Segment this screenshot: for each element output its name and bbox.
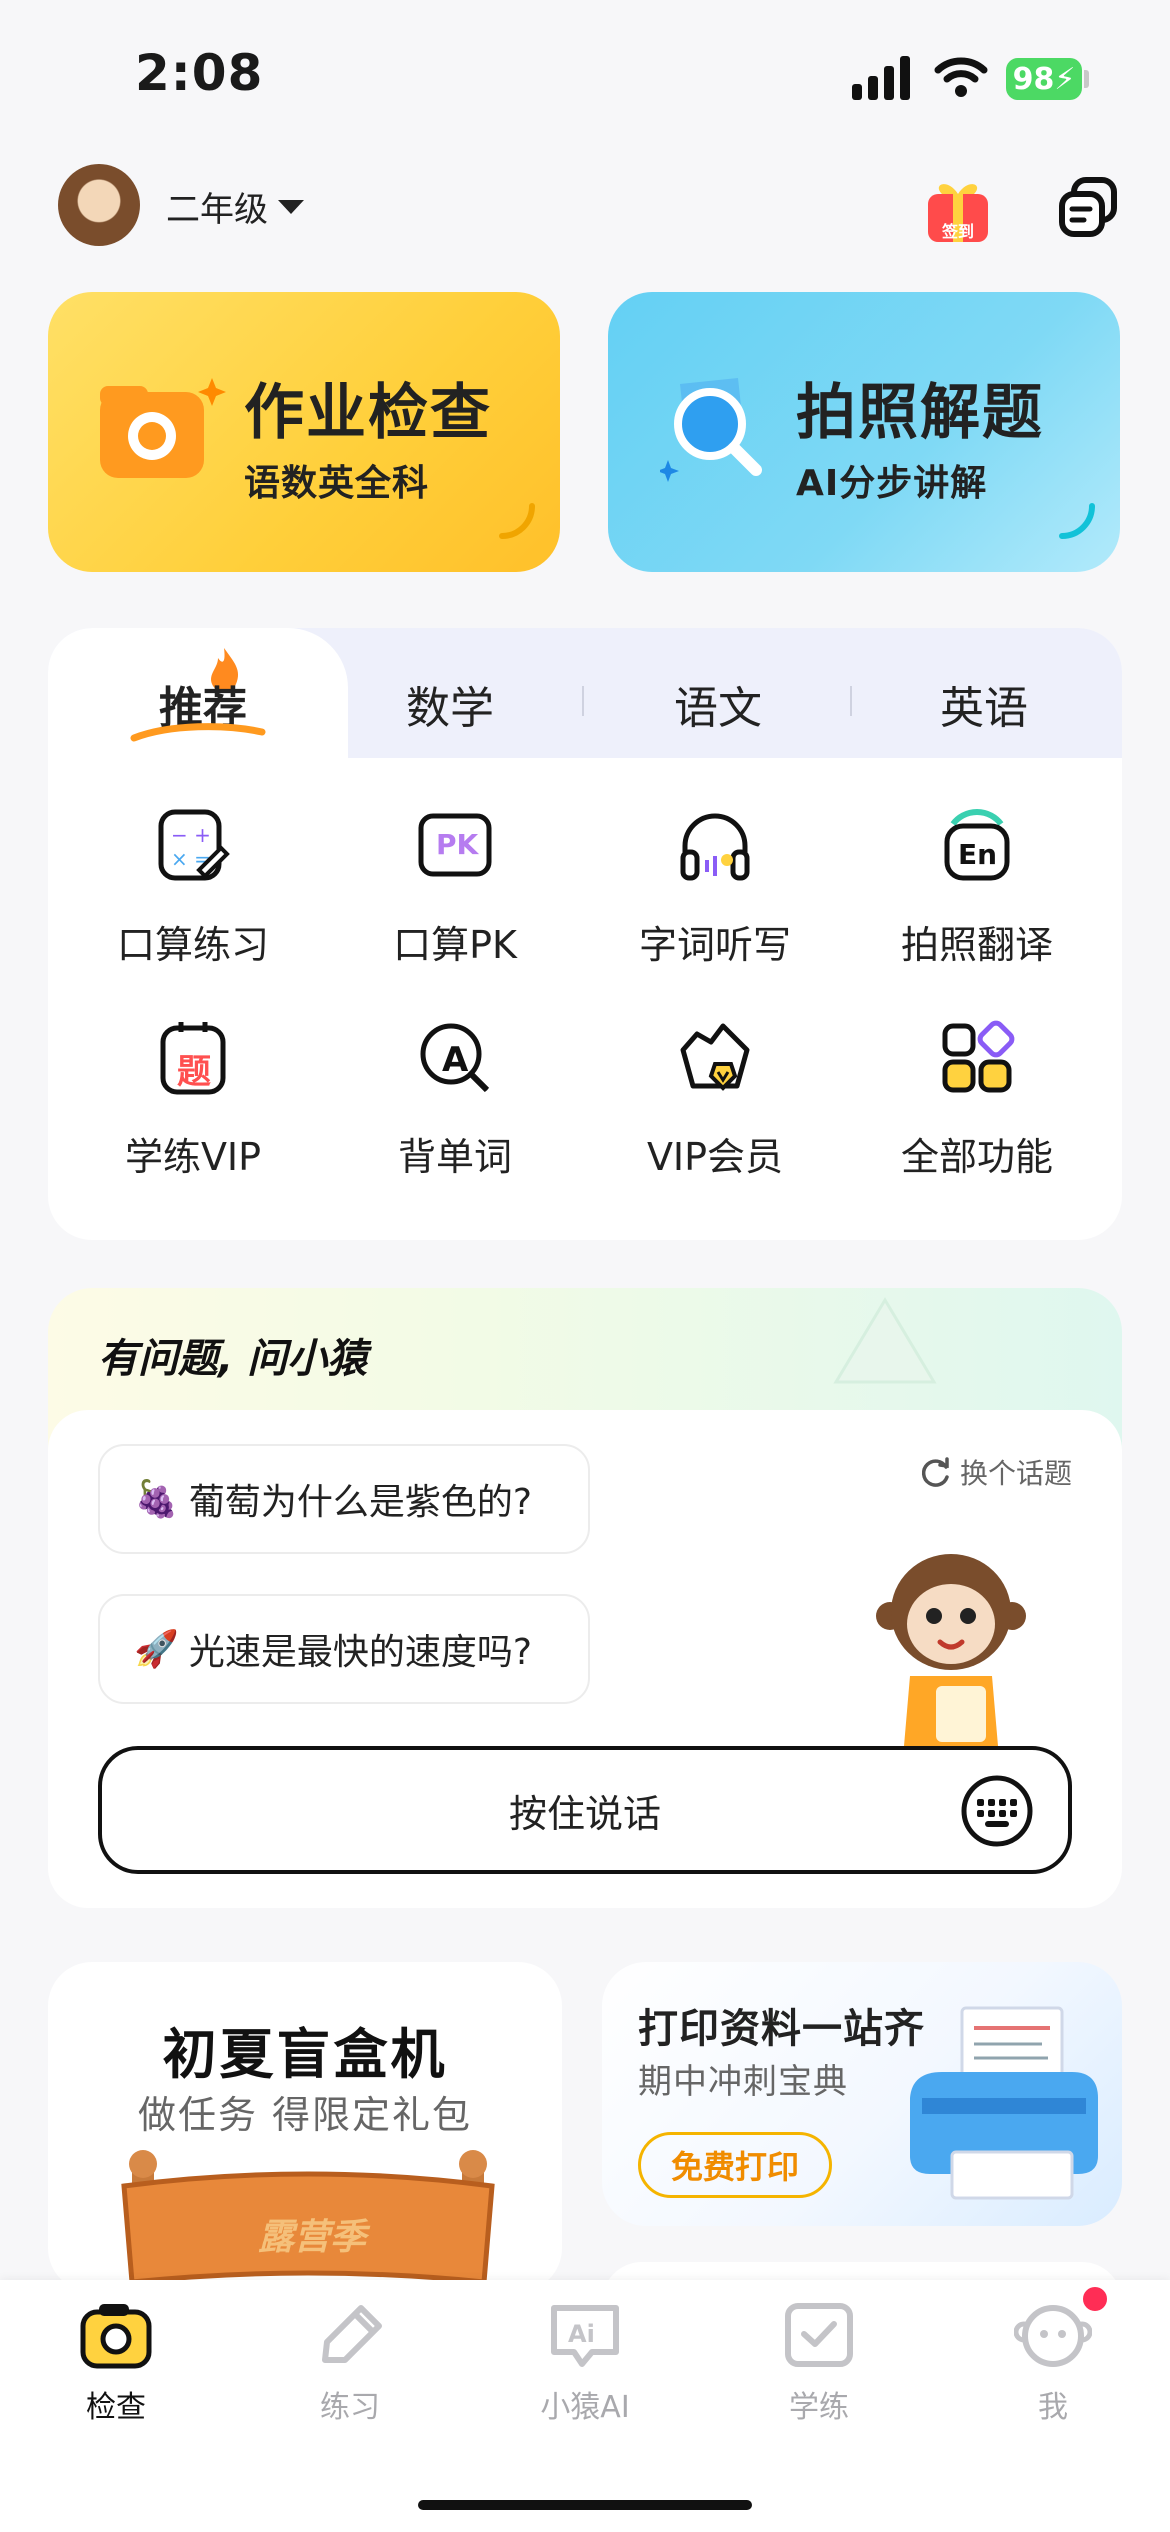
book-check-icon [785,2303,853,2367]
feature-photo-translate[interactable]: En 拍照翻译 [852,808,1102,969]
calc-practice-icon: − + × = [158,809,230,881]
grade-selector[interactable]: 二年级 [166,182,304,231]
feature-panel: 推荐 数学 语文 英语 − + × = 口算练习 PK 口算PK 字词听写 En… [48,628,1122,1240]
rocket-icon: 🚀 [134,1629,179,1670]
profile-icon [1013,2305,1093,2367]
card-corner-arc [499,503,535,539]
all-functions-icon [942,1020,1015,1093]
feature-dictation[interactable]: 字词听写 [590,808,840,969]
card-corner-arc [1059,503,1095,539]
svg-text:Ai: Ai [568,2320,595,2348]
hold-to-speak-button[interactable]: 按住说话 [98,1746,1072,1874]
tab-math[interactable]: 数学 [350,672,550,736]
tab-separator [850,686,852,716]
tab-bar-label: 学练 [789,2390,849,2425]
question-text: 光速是最快的速度吗? [188,1632,532,1673]
tab-bar-me[interactable]: 我 [973,2298,1133,2426]
feature-label: VIP会员 [646,1135,784,1179]
grape-icon: 🍇 [134,1479,179,1520]
tab-underline-swoosh [130,723,266,742]
photo-solve-title: 拍照解题 [796,378,1044,448]
wooden-sign-text: 露营季 [258,2217,367,2258]
pk-icon-text: PK [436,828,479,861]
feature-label: 全部功能 [900,1135,1053,1179]
home-indicator [418,2500,752,2510]
feature-vip-member[interactable]: VIP会员 [590,1020,840,1181]
hold-to-speak-label: 按住说话 [508,1791,661,1836]
vip-crown-icon [680,1023,750,1091]
cellular-signal-icon [852,56,910,100]
tab-english[interactable]: 英语 [884,672,1084,736]
avatar[interactable] [58,164,140,246]
tab-bar-ai[interactable]: Ai 小猿AI [505,2298,665,2426]
tab-bar-label: 小猿AI [540,2390,630,2425]
blind-box-title: 初夏盲盒机 [162,2023,448,2086]
feature-calc-practice[interactable]: − + × = 口算练习 [68,808,318,969]
notification-badge [1080,2284,1110,2314]
chat-cards-icon[interactable] [1058,176,1120,240]
free-print-button[interactable]: 免费打印 [638,2132,832,2198]
keyboard-icon[interactable] [960,1774,1034,1848]
grade-label: 二年级 [166,190,268,230]
battery-tip [1084,70,1089,88]
homework-check-subtitle: 语数英全科 [244,463,430,504]
headphones-icon [680,813,750,881]
svg-text:− +: − + [171,823,211,847]
wifi-icon [934,57,988,97]
feature-calc-pk[interactable]: PK 口算PK [330,808,580,969]
printer-illustration [910,2006,1098,2200]
question-book-icon-text: 题 [177,1052,211,1092]
battery-indicator: 98 ⚡ [1006,58,1082,100]
tab-bar-label: 我 [1038,2390,1068,2425]
signin-gift-button[interactable]: 签到 [922,176,994,246]
switch-topic-button[interactable]: 换个话题 [918,1452,1072,1492]
feature-label: 字词听写 [638,923,791,967]
caret-down-icon [278,199,304,214]
feature-label: 拍照翻译 [900,923,1053,967]
wooden-sign-illustration [121,2150,495,2292]
tab-bar-study[interactable]: 学练 [739,2298,899,2426]
feature-label: 口算PK [393,923,517,967]
blind-box-promo-card[interactable]: 初夏盲盒机 做任务 得限定礼包 露营季 [48,1962,562,2292]
signin-badge-text: 签到 [941,222,974,241]
tab-bar-label: 练习 [320,2390,380,2425]
question-text: 葡萄为什么是紫色的? [188,1482,532,1523]
camera-icon [80,2304,152,2369]
translate-icon-text: En [958,838,998,871]
feature-label: 学练VIP [124,1135,262,1179]
pencil-icon [322,2305,382,2363]
tab-bar-practice[interactable]: 练习 [270,2298,430,2426]
tab-bar-label: 检查 [86,2390,146,2425]
status-time: 2:08 [135,44,264,102]
suggested-question[interactable]: 🍇 葡萄为什么是紫色的? [98,1444,590,1554]
print-promo-subtitle: 期中冲刺宝典 [638,2062,848,2102]
magnifier-icon [660,378,762,482]
photo-solve-card[interactable]: 拍照解题 AI分步讲解 [608,292,1120,572]
feature-memorize-words[interactable]: A 背单词 [330,1020,580,1181]
feature-label: 口算练习 [116,923,269,967]
refresh-icon [921,1457,949,1487]
feature-label: 背单词 [397,1135,512,1179]
ask-title: 有问题, 问小猿 [98,1336,368,1382]
feature-all-functions[interactable]: 全部功能 [852,1020,1102,1181]
suggested-question[interactable]: 🚀 光速是最快的速度吗? [98,1594,590,1704]
homework-check-card[interactable]: 作业检查 语数英全科 [48,292,560,572]
photo-solve-subtitle: AI分步讲解 [796,463,988,504]
switch-topic-label: 换个话题 [960,1457,1073,1490]
homework-check-title: 作业检查 [244,378,492,448]
decorative-triangle [833,1297,937,1384]
tab-chinese[interactable]: 语文 [618,672,818,736]
word-search-icon-text: A [442,1040,469,1080]
monkey-mascot-icon [876,1554,1026,1746]
ai-chat-icon: Ai [551,2305,619,2367]
print-promo-title: 打印资料一站齐 [638,2006,925,2052]
camera-folder-icon [100,378,226,478]
tab-bar-check[interactable]: 检查 [36,2298,196,2426]
tab-separator [582,686,584,716]
feature-study-vip[interactable]: 题 学练VIP [68,1020,318,1181]
